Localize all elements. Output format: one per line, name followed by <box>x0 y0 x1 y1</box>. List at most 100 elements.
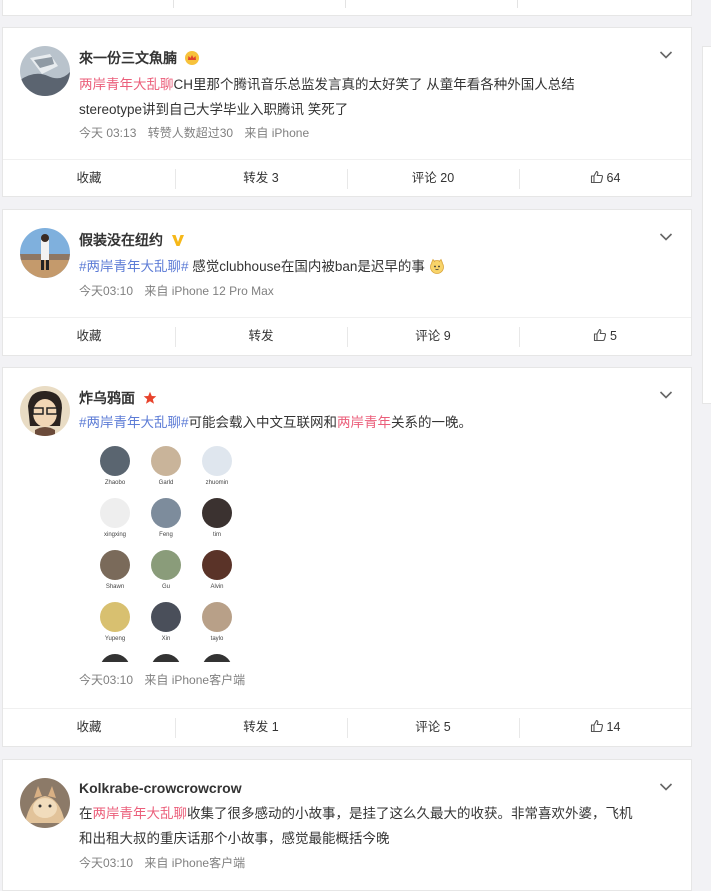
like-button[interactable]: 14 <box>519 709 691 746</box>
emoji-icon <box>429 258 444 274</box>
action-bar: 收藏 转发 1 评论 5 14 <box>3 708 691 746</box>
post-time[interactable]: 今天03:10 <box>79 284 133 298</box>
participant-avatar <box>100 654 130 662</box>
participant-name: Garld <box>158 480 174 486</box>
favorite-button[interactable]: 收藏 <box>3 318 175 355</box>
post-meta: 今天03:10 来自 iPhone 12 Pro Max <box>79 282 282 299</box>
chevron-down-icon[interactable] <box>659 390 673 400</box>
post-time[interactable]: 今天 03:13 <box>79 126 136 140</box>
comment-button[interactable]: 评论 5 <box>347 709 519 746</box>
participant-tile: Feng <box>147 498 185 539</box>
v-badge-icon <box>171 235 184 246</box>
post-meta: 今天03:10 来自 iPhone客户端 <box>79 671 253 688</box>
avatar[interactable] <box>20 228 70 278</box>
participant-avatar <box>151 602 181 632</box>
participant-name: Feng <box>159 532 173 538</box>
post-card: 來一份三文魚腩 两岸青年大乱聊CH里那个腾讯音乐总监发言真的太好笑了 从童年看各… <box>2 27 692 197</box>
participant-avatar <box>202 446 232 476</box>
topic-link[interactable]: #两岸青年大乱聊# <box>79 259 189 274</box>
topic-link[interactable]: 两岸青年大乱聊 <box>79 77 174 92</box>
post-source: 来自 iPhone客户端 <box>144 673 246 687</box>
post-card: 假装没在纽约 #两岸青年大乱聊# 感觉clubhouse在国内被ban是迟早的事… <box>2 209 692 356</box>
avatar[interactable] <box>20 778 70 828</box>
participant-name: Shawn <box>105 584 125 590</box>
participant-name: taylo <box>210 636 224 642</box>
participant-name: Zhaobo <box>104 480 126 486</box>
participant-tile: tim <box>198 498 236 539</box>
thumbs-up-icon <box>590 719 603 733</box>
participant-avatar <box>151 498 181 528</box>
participant-tile: Garld <box>147 446 185 487</box>
post-author[interactable]: 炸乌鸦面 <box>79 388 157 408</box>
participant-tile: Zhaobo <box>96 446 134 487</box>
topic-link[interactable]: #两岸青年大乱聊# <box>79 415 189 430</box>
post-card: Kolkrabe-crowcrowcrow 在两岸青年大乱聊收集了很多感动的小故… <box>2 759 692 891</box>
participant-avatar <box>100 446 130 476</box>
participant-name: Yupeng <box>104 636 126 642</box>
favorite-button[interactable]: 收藏 <box>3 709 175 746</box>
repost-count-note: 转赞人数超过30 <box>147 126 234 140</box>
like-button[interactable]: 5 <box>519 318 691 355</box>
participant-avatar <box>100 550 130 580</box>
participant-tile: taylo <box>198 602 236 643</box>
previous-post-action-bar <box>2 0 692 16</box>
crown-icon <box>184 51 199 65</box>
participant-name: Xin <box>161 636 171 642</box>
participant-avatar <box>151 446 181 476</box>
thumbs-up-icon <box>590 170 603 184</box>
participant-tile: Xin <box>147 602 185 643</box>
post-text: 在两岸青年大乱聊收集了很多感动的小故事，是挂了这么久最大的收获。非常喜欢外婆，飞… <box>79 806 633 846</box>
participant-name: Alvin <box>210 584 224 590</box>
participant-tile: Alvin <box>198 550 236 591</box>
favorite-button[interactable]: 收藏 <box>3 160 175 197</box>
post-source: 来自 iPhone 12 Pro Max <box>144 284 274 298</box>
participant-name: xingxing <box>103 532 126 538</box>
post-author[interactable]: 來一份三文魚腩 <box>79 48 199 68</box>
post-meta: 今天03:10 来自 iPhone客户端 <box>79 854 253 871</box>
chevron-down-icon[interactable] <box>659 50 673 60</box>
comment-button[interactable]: 评论 20 <box>347 160 519 197</box>
participant-avatar <box>202 654 232 662</box>
topic-link[interactable]: 两岸青年大乱聊 <box>93 806 188 821</box>
post-time[interactable]: 今天03:10 <box>79 856 133 870</box>
participant-avatar <box>202 498 232 528</box>
participant-avatar <box>100 602 130 632</box>
like-button[interactable]: 64 <box>519 160 691 197</box>
post-source: 来自 iPhone客户端 <box>144 856 246 870</box>
avatar[interactable] <box>20 46 70 96</box>
action-bar: 收藏 转发 评论 9 5 <box>3 317 691 355</box>
post-time[interactable]: 今天03:10 <box>79 673 133 687</box>
participant-tile: xingxing <box>96 498 134 539</box>
post-text: #两岸青年大乱聊#可能会载入中文互联网和两岸青年关系的一晚。 <box>79 415 473 430</box>
post-author[interactable]: Kolkrabe-crowcrowcrow <box>79 780 242 796</box>
repost-button[interactable]: 转发 1 <box>175 709 347 746</box>
post-image[interactable]: Zhaobo Garld zhuomin xingxing Feng tim Shawn Gu… <box>93 442 243 662</box>
post-card: 炸乌鸦面 #两岸青年大乱聊#可能会载入中文互联网和两岸青年关系的一晚。 Zhao… <box>2 367 692 747</box>
repost-button[interactable]: 转发 <box>175 318 347 355</box>
comment-button[interactable]: 评论 9 <box>347 318 519 355</box>
star-icon <box>143 391 157 404</box>
post-text: #两岸青年大乱聊# 感觉clubhouse在国内被ban是迟早的事 <box>79 254 665 279</box>
avatar[interactable] <box>20 386 70 436</box>
participant-tile: Yupeng <box>96 602 134 643</box>
participant-avatar <box>151 550 181 580</box>
participant-tile: Shawn <box>96 550 134 591</box>
participant-name: Gu <box>161 584 170 590</box>
action-bar: 收藏 转发 3 评论 20 64 <box>3 159 691 197</box>
repost-button[interactable]: 转发 3 <box>175 160 347 197</box>
post-author[interactable]: 假装没在纽约 <box>79 230 185 250</box>
right-sidebar-panel <box>702 46 711 404</box>
thumbs-up-icon <box>593 328 607 342</box>
participant-tile: zhuomin <box>198 446 236 487</box>
participant-name: zhuomin <box>205 480 229 486</box>
participant-tile: Gu <box>147 550 185 591</box>
participant-name: tim <box>213 532 221 538</box>
chevron-down-icon[interactable] <box>659 782 673 792</box>
participant-avatar <box>202 550 232 580</box>
post-text: 两岸青年大乱聊CH里那个腾讯音乐总监发言真的太好笑了 从童年看各种外国人总结 s… <box>79 77 575 117</box>
topic-link[interactable]: 两岸青年 <box>337 415 391 430</box>
post-source: 来自 iPhone <box>244 126 310 140</box>
chevron-down-icon[interactable] <box>659 232 673 242</box>
participant-avatar <box>100 498 130 528</box>
participant-avatar <box>151 654 181 662</box>
